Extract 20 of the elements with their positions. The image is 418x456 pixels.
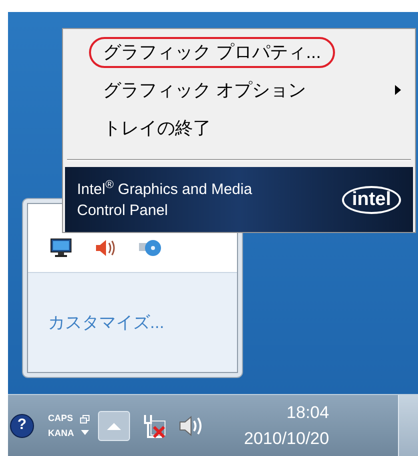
speaker-icon[interactable]: [94, 238, 116, 258]
windows-icon: [80, 415, 90, 424]
show-hidden-icons-button[interactable]: [98, 410, 130, 440]
submenu-arrow-icon: [395, 85, 401, 95]
intel-banner[interactable]: Intel$^{®}$ Graphics and Media Control Panel intel: [65, 167, 413, 232]
network-disconnected-icon[interactable]: [142, 412, 168, 438]
monitor-icon[interactable]: [50, 238, 72, 258]
intel-logo: intel: [342, 186, 401, 214]
disc-drive-icon[interactable]: [138, 238, 162, 258]
customize-link[interactable]: カスタマイズ...: [48, 310, 164, 336]
help-icon[interactable]: ?: [10, 414, 34, 438]
key-indicator: KANA: [48, 428, 74, 438]
menu-item[interactable]: トレイの終了: [63, 109, 415, 147]
key-indicator: CAPS: [48, 412, 74, 424]
caret-up-icon: [107, 422, 121, 430]
menu-item[interactable]: グラフィック オプション: [63, 71, 415, 109]
banner-text: Control Panel: [77, 200, 169, 220]
banner-text: Intel$^{®}$ Graphics and Media: [77, 178, 252, 200]
speaker-icon[interactable]: [178, 414, 204, 436]
dropdown-icon[interactable]: [80, 430, 90, 436]
